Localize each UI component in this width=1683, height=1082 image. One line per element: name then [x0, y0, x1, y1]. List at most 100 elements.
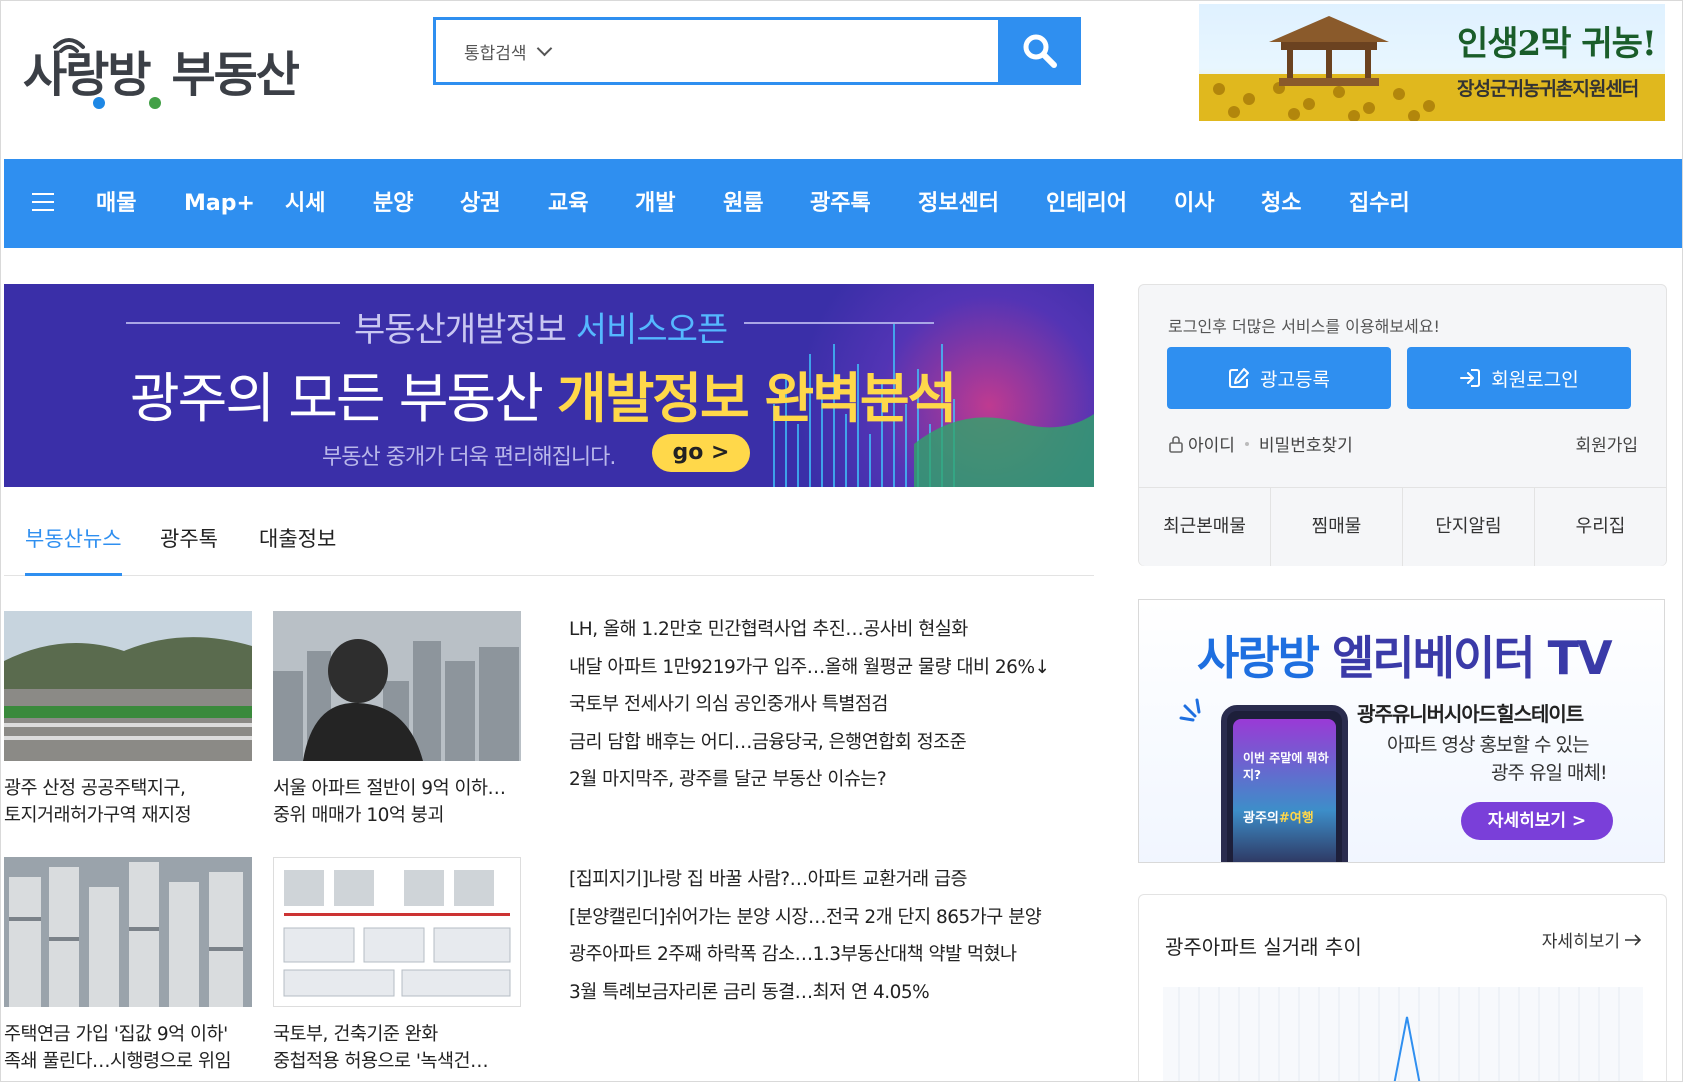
separator-dot	[1244, 441, 1249, 446]
nav-item-interior[interactable]: 인테리어	[1046, 159, 1127, 248]
ad-register-label: 광고등록	[1260, 368, 1330, 391]
news-image-2	[273, 611, 521, 761]
news-image-4	[274, 858, 520, 1006]
hero-headline: 광주의 모든 부동산 개발정보 완벽분석	[130, 367, 957, 430]
logo-dots-icon	[93, 97, 161, 109]
quick-menu: 최근본매물 찜매물 단지알림 우리집	[1139, 487, 1666, 566]
news-thumb-2[interactable]	[273, 611, 521, 761]
sparkle-icon	[1179, 698, 1201, 722]
lock-icon	[1169, 435, 1183, 453]
nav-item-commercial[interactable]: 상권	[460, 159, 500, 248]
trend-chart	[1163, 987, 1643, 1081]
news-thumb-1[interactable]	[4, 611, 252, 761]
login-message: 로그인후 더많은 서비스를 이용해보세요!	[1168, 317, 1440, 336]
nav-item-prices[interactable]: 시세	[285, 159, 325, 248]
edit-icon	[1229, 368, 1250, 388]
nav-items: 매물 Map+ 시세 분양 상권 교육 개발 원룸 광주톡 정보센터 인테리어 …	[4, 159, 1682, 248]
find-password-link[interactable]: 비밀번호찾기	[1259, 431, 1353, 456]
main-nav: 매물 Map+ 시세 분양 상권 교육 개발 원룸 광주톡 정보센터 인테리어 …	[4, 159, 1682, 248]
elevator-ad-more-button[interactable]: 자세히보기 >	[1461, 802, 1613, 840]
top-ad-headline: 인생2막 귀농!	[1457, 24, 1657, 64]
headline-list-2: [집피지기]나랑 집 바꿀 사람?…아파트 교환거래 급증 [분양캘린더]쉬어가…	[569, 861, 1089, 1011]
search-button[interactable]	[998, 17, 1081, 85]
tab-realestate-news[interactable]: 부동산뉴스	[25, 523, 122, 576]
search-scope-label: 통합검색	[464, 43, 527, 64]
news-caption-1[interactable]: 광주 산정 공공주택지구, 토지거래허가구역 재지정	[4, 775, 264, 829]
elevator-ad-title: 사랑방 엘리베이터 TV	[1197, 631, 1613, 685]
top-banner-ad[interactable]: 인생2막 귀농! 장성군귀농귀촌지원센터	[1199, 4, 1665, 121]
quick-recent-listings[interactable]: 최근본매물	[1139, 488, 1271, 566]
news-caption-4[interactable]: 국토부, 건축기준 완화 중첩적용 허용으로 '녹색건…	[273, 1021, 533, 1075]
trend-title: 광주아파트 실거래 추이	[1165, 935, 1362, 959]
headline-item[interactable]: 내달 아파트 1만9219가구 입주…올해 월평균 물량 대비 26%↓	[569, 649, 1089, 687]
search-bar: 통합검색	[433, 17, 1081, 85]
news-thumb-4[interactable]	[273, 857, 521, 1007]
search-scope-select[interactable]: 통합검색	[436, 20, 552, 82]
nav-item-oneroom[interactable]: 원룸	[723, 159, 763, 248]
nav-item-gwangju-talk[interactable]: 광주톡	[810, 159, 871, 248]
page: 사랑방 부동산 통합검색 인생2막 귀농! 장성군귀농귀촌지원센터 매물 Map…	[0, 0, 1683, 1082]
phone-text-top: 이번 주말에 뭐하지?	[1243, 751, 1329, 782]
logo-sub: 부동산	[171, 47, 299, 103]
hero-divider-right	[744, 322, 934, 324]
headline-item[interactable]: 광주아파트 2주째 하락폭 감소…1.3부동산대책 약발 먹혔나	[569, 936, 1089, 974]
hero-banner[interactable]: 부동산개발정보 서비스오픈 광주의 모든 부동산 개발정보 완벽분석 부동산 중…	[4, 284, 1094, 487]
phone-text-bottom: 광주의#여행	[1243, 811, 1314, 826]
logo-brand: 사랑방	[23, 38, 161, 109]
tab-loan-info[interactable]: 대출정보	[259, 523, 336, 573]
ad-register-button[interactable]: 광고등록	[1167, 347, 1391, 409]
headline-item[interactable]: LH, 올해 1.2만호 민간협력사업 추진…공사비 현실화	[569, 611, 1089, 649]
login-links: 아이디 비밀번호찾기	[1168, 431, 1353, 456]
site-logo[interactable]: 사랑방 부동산	[23, 19, 300, 109]
tab-gwangju-talk[interactable]: 광주톡	[160, 523, 218, 573]
search-input[interactable]	[549, 20, 998, 82]
news-image-1	[4, 611, 252, 761]
nav-item-map[interactable]: Map+	[184, 159, 255, 248]
nav-item-listings[interactable]: 매물	[96, 159, 136, 248]
member-login-label: 회원로그인	[1491, 368, 1579, 391]
headline-item[interactable]: 2월 마지막주, 광주를 달군 부동산 이슈는?	[569, 761, 1089, 799]
news-tabs: 부동산뉴스 광주톡 대출정보	[4, 511, 1094, 576]
find-id-link[interactable]: 아이디	[1188, 431, 1235, 456]
trend-more-label: 자세히보기	[1541, 932, 1620, 952]
headline-item[interactable]: [집피지기]나랑 집 바꿀 사람?…아파트 교환거래 급증	[569, 861, 1089, 899]
member-login-button[interactable]: 회원로그인	[1407, 347, 1631, 409]
headline-item[interactable]: 3월 특례보금자리론 금리 동결…최저 연 4.05%	[569, 974, 1089, 1012]
news-thumb-3[interactable]	[4, 857, 252, 1007]
hero-divider-left	[126, 322, 340, 324]
top-ad-sponsor: 장성군귀농귀촌지원센터	[1457, 78, 1639, 100]
headline-item[interactable]: 금리 담합 배후는 어디…금융당국, 은행연합회 정조준	[569, 724, 1089, 762]
elevator-tv-ad[interactable]: 사랑방 엘리베이터 TV 이번 주말에 뭐하지? 광주의#여행 광주유니버시아드…	[1138, 599, 1665, 863]
apartment-trend-panel: 광주아파트 실거래 추이 자세히보기	[1138, 894, 1667, 1081]
nav-item-presale[interactable]: 분양	[373, 159, 413, 248]
search-icon	[1023, 34, 1057, 68]
hero-go-button[interactable]: go >	[652, 434, 750, 472]
quick-saved-listings[interactable]: 찜매물	[1271, 488, 1403, 566]
nav-item-development[interactable]: 개발	[635, 159, 675, 248]
nav-item-info-center[interactable]: 정보센터	[918, 159, 999, 248]
hero-subtext: 부동산 중개가 더욱 편리해집니다.	[322, 445, 616, 470]
news-caption-2[interactable]: 서울 아파트 절반이 9억 이하… 중위 매매가 10억 붕괴	[273, 775, 533, 829]
hero-top-text: 부동산개발정보 서비스오픈	[354, 310, 728, 350]
headline-item[interactable]: 국토부 전세사기 의심 공인중개사 특별점검	[569, 686, 1089, 724]
join-link[interactable]: 회원가입	[1575, 431, 1638, 456]
news-image-3	[4, 857, 252, 1007]
arrow-right-icon	[1625, 933, 1642, 946]
elevator-ad-line1: 광주유니버시아드힐스테이트	[1357, 702, 1584, 726]
nav-item-moving[interactable]: 이사	[1174, 159, 1214, 248]
trend-more-link[interactable]: 자세히보기	[1542, 927, 1642, 952]
elevator-ad-line2: 아파트 영상 홍보할 수 있는	[1387, 734, 1589, 756]
phone-graphic: 이번 주말에 뭐하지? 광주의#여행	[1221, 705, 1348, 862]
nav-item-education[interactable]: 교육	[548, 159, 588, 248]
quick-complex-alerts[interactable]: 단지알림	[1403, 488, 1535, 566]
login-panel: 로그인후 더많은 서비스를 이용해보세요! 광고등록 회원로그인 아이디 비밀번…	[1138, 284, 1667, 566]
login-icon	[1460, 369, 1481, 387]
quick-my-home[interactable]: 우리집	[1535, 488, 1666, 566]
nav-item-cleaning[interactable]: 청소	[1261, 159, 1301, 248]
headline-item[interactable]: [분양캘린더]쉬어가는 분양 시장…전국 2개 단지 865가구 분양	[569, 899, 1089, 937]
wifi-icon	[53, 38, 85, 53]
elevator-ad-line3: 광주 유일 매체!	[1491, 762, 1608, 784]
nav-item-repair[interactable]: 집수리	[1349, 159, 1410, 248]
news-caption-3[interactable]: 주택연금 가입 '집값 9억 이하' 족쇄 풀린다…시행령으로 위임	[4, 1021, 264, 1075]
logo-brand-text: 사랑방	[23, 47, 151, 103]
